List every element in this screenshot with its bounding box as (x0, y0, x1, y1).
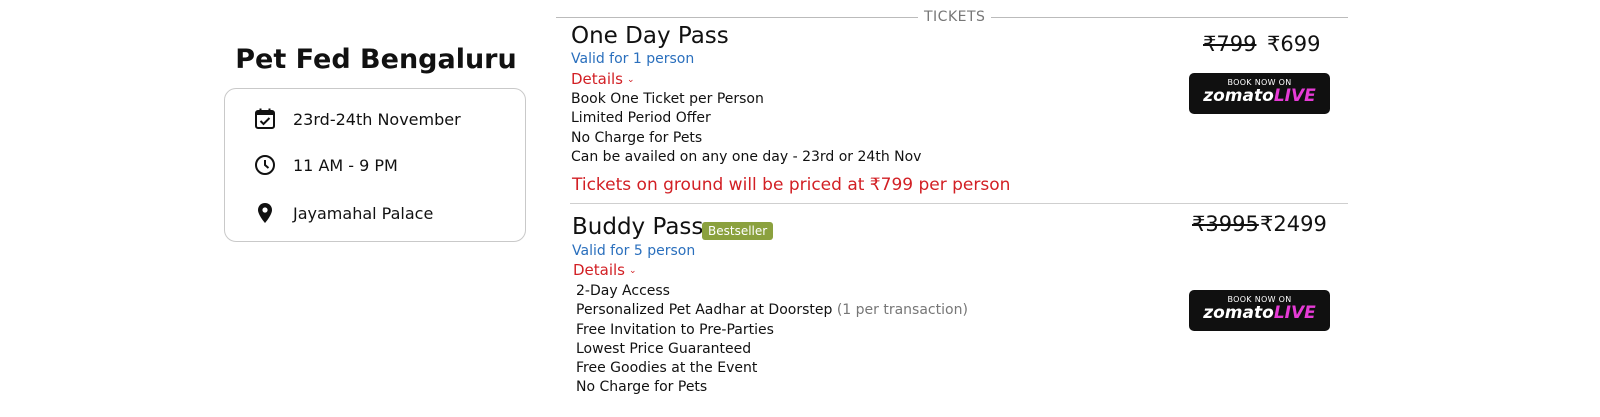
feature-item: Lowest Price Guaranteed (576, 340, 752, 357)
details-label: Details (573, 261, 626, 279)
event-title: Pet Fed Bengaluru (235, 44, 517, 75)
ticket-details-toggle[interactable]: Details ⌄ (573, 261, 637, 279)
book-now-zomato-live-button[interactable]: BOOK NOW ON zomatoLIVE (1189, 290, 1330, 331)
feature-item: 2-Day Access (576, 283, 670, 299)
event-time-row: 11 AM - 9 PM (253, 153, 398, 177)
chevron-down-icon: ⌄ (629, 265, 637, 276)
event-venue: Jayamahal Palace (293, 203, 434, 223)
feature-item: No Charge for Pets (571, 129, 703, 146)
clock-icon (253, 153, 277, 177)
book-now-zomato-live-button[interactable]: BOOK NOW ON zomatoLIVE (1189, 73, 1330, 114)
feature-item: Free Invitation to Pre-Parties (576, 321, 774, 338)
ticket-validity: Valid for 1 person (571, 51, 695, 67)
feature-note: (1 per transaction) (836, 302, 968, 319)
ticket-features: 2-Day Access Personalized Pet Aadhar at … (576, 282, 968, 398)
ticket-validity: Valid for 5 person (572, 243, 696, 259)
feature-item: Limited Period Offer (571, 110, 711, 127)
ticket-name: One Day Pass (571, 23, 729, 49)
event-venue-row: Jayamahal Palace (253, 201, 433, 225)
event-date: 23rd-24th November (293, 109, 461, 129)
tickets-heading: TICKETS (918, 9, 992, 25)
ticket-name: Buddy Pass (572, 214, 704, 240)
zomato-live-logo: zomatoLIVE (1203, 303, 1316, 323)
feature-item: Can be availed on any one day - 23rd or … (571, 148, 922, 165)
feature-item: Book One Ticket per Person (571, 91, 764, 107)
bestseller-badge: Bestseller (702, 222, 774, 240)
event-date-row: 23rd-24th November (253, 107, 461, 131)
original-price: ₹799 (1203, 32, 1257, 56)
zomato-live-logo: zomatoLIVE (1203, 86, 1316, 106)
ticket-features: Book One Ticket per Person Limited Perio… (571, 90, 921, 167)
original-price: ₹3995 (1192, 212, 1259, 236)
feature-item: Personalized Pet Aadhar at Doorstep (1 p… (576, 302, 968, 319)
calendar-check-icon (253, 107, 277, 131)
discounted-price: ₹2499 (1260, 212, 1327, 236)
feature-item: No Charge for Pets (576, 379, 708, 396)
ticket-separator (570, 203, 1348, 204)
ticket-details-toggle[interactable]: Details ⌄ (571, 70, 635, 88)
event-time: 11 AM - 9 PM (293, 155, 398, 175)
chevron-down-icon: ⌄ (627, 74, 635, 85)
event-info-card: 23rd-24th November 11 AM - 9 PM Jayamaha… (224, 88, 526, 242)
discounted-price: ₹699 (1267, 32, 1321, 56)
feature-item: Free Goodies at the Event (576, 360, 758, 377)
on-ground-price-warning: Tickets on ground will be priced at ₹799… (572, 175, 1011, 195)
location-pin-icon (253, 201, 277, 225)
details-label: Details (571, 70, 624, 88)
